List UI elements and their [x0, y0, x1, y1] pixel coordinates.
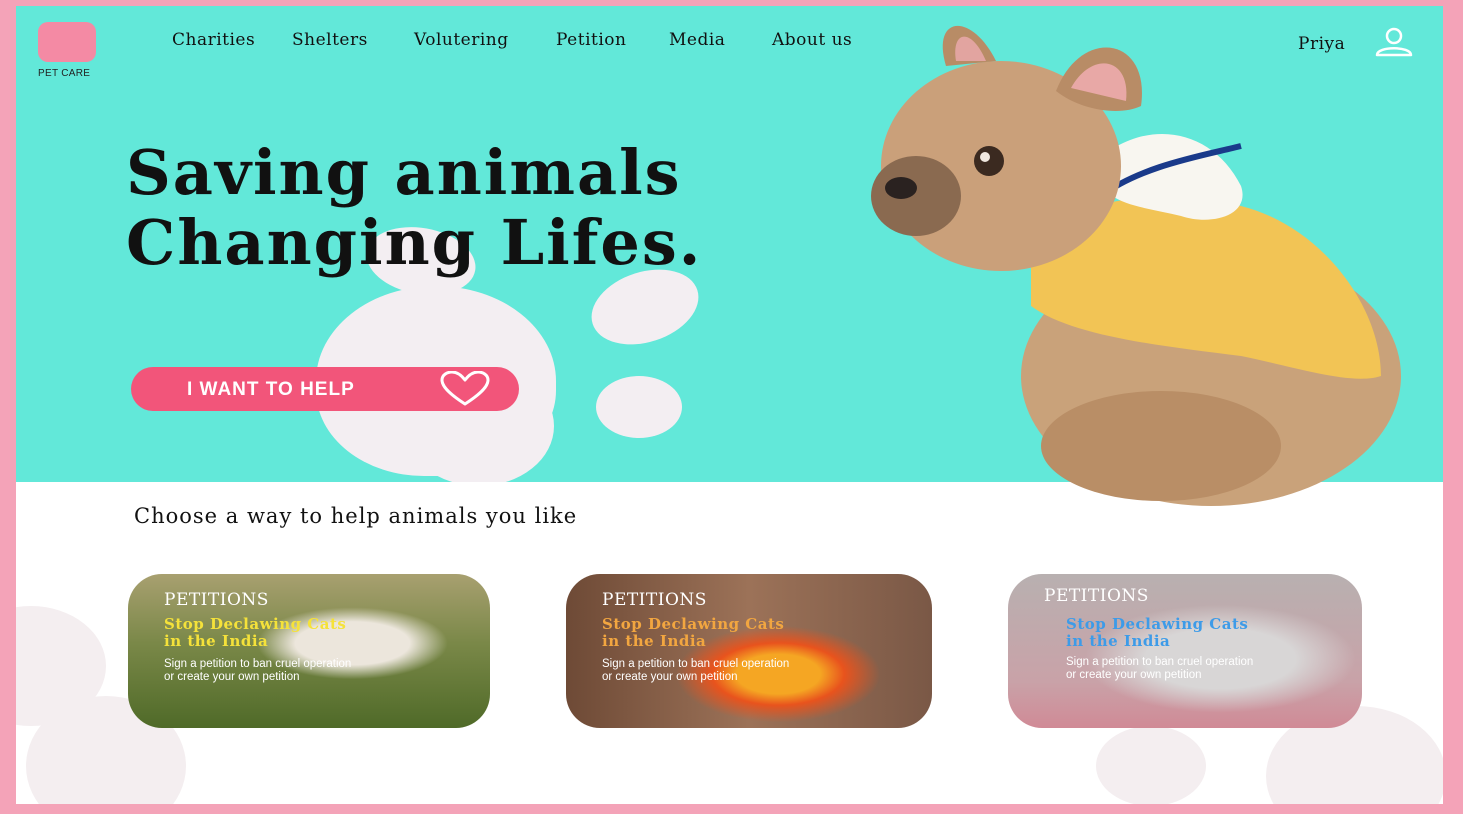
card-description: Sign a petition to ban cruel operation o…: [164, 658, 352, 683]
brand-logo[interactable]: [38, 22, 96, 62]
nav-item-petition[interactable]: Petition: [556, 30, 626, 50]
paw-print-decoration: [1096, 726, 1206, 804]
nav-item-charities[interactable]: Charities: [172, 30, 255, 50]
card-title-line-1: Stop Declawing Cats: [164, 615, 347, 633]
want-to-help-label: I WANT TO HELP: [187, 379, 355, 400]
heart-icon: [440, 371, 490, 406]
nav-item-media[interactable]: Media: [669, 30, 725, 50]
petition-card-3[interactable]: PETITIONS Stop Declawing Cats in the Ind…: [1008, 574, 1362, 728]
card-description: Sign a petition to ban cruel operation o…: [602, 658, 790, 683]
brand-name: PET CARE: [38, 68, 91, 79]
hero-headline-line-2: Changing Lifes.: [126, 206, 703, 279]
section-title: Choose a way to help animals you like: [134, 504, 578, 528]
card-title: Stop Declawing Cats in the India: [602, 616, 842, 650]
nav-item-volunteering[interactable]: Volutering: [414, 30, 509, 50]
card-title-line-2: in the India: [1066, 632, 1171, 650]
card-title-line-2: in the India: [602, 632, 707, 650]
petition-card-1[interactable]: PETITIONS Stop Declawing Cats in the Ind…: [128, 574, 490, 728]
page: PET CARE Charities Shelters Volutering P…: [16, 6, 1443, 804]
want-to-help-button[interactable]: I WANT TO HELP: [131, 367, 519, 411]
card-tag: PETITIONS: [1044, 586, 1149, 606]
card-description: Sign a petition to ban cruel operation o…: [1066, 656, 1254, 681]
paw-print-decoration: [596, 376, 682, 438]
card-title: Stop Declawing Cats in the India: [1066, 616, 1306, 650]
dog-photo: [871, 25, 1401, 506]
card-title-line-1: Stop Declawing Cats: [602, 615, 785, 633]
card-title-line-1: Stop Declawing Cats: [1066, 615, 1249, 633]
nav-item-about-us[interactable]: About us: [772, 30, 852, 50]
card-title: Stop Declawing Cats in the India: [164, 616, 404, 650]
hero-headline: Saving animals Changing Lifes.: [126, 138, 702, 278]
card-tag: PETITIONS: [602, 590, 707, 610]
hero-headline-line-1: Saving animals: [126, 136, 682, 209]
card-title-line-2: in the India: [164, 632, 269, 650]
petition-card-2[interactable]: PETITIONS Stop Declawing Cats in the Ind…: [566, 574, 932, 728]
nav-item-shelters[interactable]: Shelters: [292, 30, 368, 50]
card-tag: PETITIONS: [164, 590, 269, 610]
